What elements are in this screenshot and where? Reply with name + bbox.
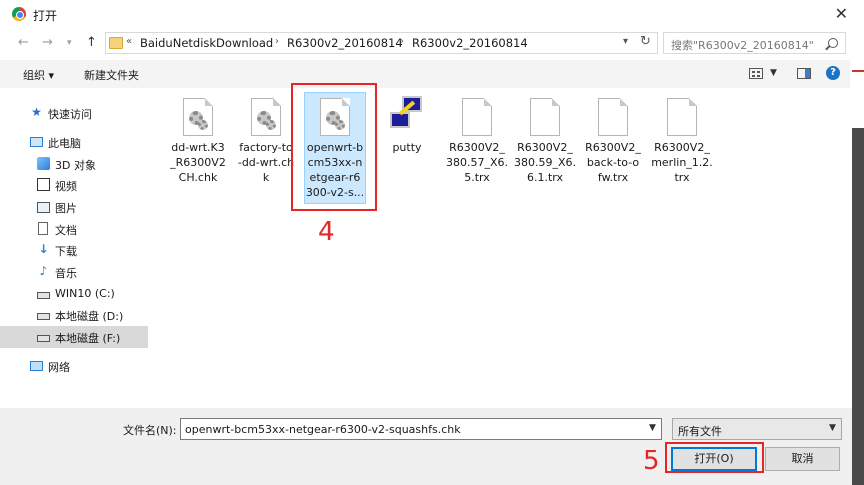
blank-file-icon bbox=[667, 98, 697, 136]
video-icon bbox=[37, 178, 50, 191]
sidebar-item-label: 网络 bbox=[48, 361, 70, 374]
background-window-edge bbox=[852, 128, 864, 485]
pictures-icon bbox=[37, 202, 50, 213]
star-icon: ★ bbox=[31, 105, 42, 119]
filename-label: 文件名(N): bbox=[123, 424, 177, 437]
music-icon: ♪ bbox=[39, 264, 48, 278]
file-name: R6300V2_ 380.57_X6. 5.trx bbox=[445, 141, 509, 184]
navigation-pane: ★ 快速访问 此电脑 3D 对象 视频 图片 文档 ↓ 下载 ♪ 音乐 WIN1… bbox=[0, 92, 150, 404]
folder-icon bbox=[109, 37, 123, 49]
search-box[interactable]: 搜索"R6300v2_20160814" bbox=[663, 32, 846, 54]
window-title: 打开 bbox=[33, 9, 58, 23]
drive-icon bbox=[37, 313, 50, 320]
organize-button[interactable]: 组织 ▾ bbox=[23, 67, 54, 83]
file-item[interactable]: R6300V2_ merlin_1.2. trx bbox=[651, 92, 713, 220]
step-number-4: 4 bbox=[318, 217, 335, 247]
3d-objects-icon bbox=[37, 157, 50, 170]
breadcrumb-item[interactable]: R6300v2_20160814 bbox=[412, 36, 528, 50]
sidebar-item-videos[interactable]: 视频 bbox=[0, 174, 148, 196]
address-dropdown-icon[interactable]: ▾ bbox=[623, 36, 628, 47]
title-bar: 打开 ✕ bbox=[0, 0, 864, 30]
close-icon[interactable]: ✕ bbox=[835, 4, 848, 23]
network-icon bbox=[30, 361, 43, 371]
sidebar-item-label: 本地磁盘 (F:) bbox=[55, 332, 121, 345]
highlight-box-step4 bbox=[291, 83, 377, 211]
sidebar-item-label: 3D 对象 bbox=[55, 159, 96, 172]
file-item[interactable]: R6300V2_ back-to-o fw.trx bbox=[582, 92, 644, 220]
background-window-accent bbox=[852, 70, 864, 72]
address-bar[interactable]: « BaiduNetdiskDownload › R6300v2_2016081… bbox=[105, 32, 658, 54]
filename-input[interactable]: openwrt-bcm53xx-netgear-r6300-v2-squashf… bbox=[180, 418, 662, 440]
sidebar-item-label: 视频 bbox=[55, 180, 77, 193]
drive-icon bbox=[37, 335, 50, 342]
file-list: dd-wrt.K3 _R6300V2 CH.chk factory-to -dd-wr… bbox=[150, 92, 850, 404]
sidebar-item-music[interactable]: ♪ 音乐 bbox=[0, 261, 148, 283]
file-name: putty bbox=[392, 141, 422, 154]
breadcrumb-item[interactable]: BaiduNetdiskDownload bbox=[140, 36, 273, 50]
breadcrumb-separator[interactable]: › bbox=[400, 36, 404, 47]
preview-pane-icon[interactable] bbox=[797, 68, 811, 79]
view-options-icon[interactable] bbox=[749, 68, 763, 79]
sidebar-item-pictures[interactable]: 图片 bbox=[0, 196, 148, 218]
file-item[interactable]: factory-to -dd-wrt.ch k bbox=[235, 92, 297, 220]
breadcrumb-overflow[interactable]: « bbox=[126, 36, 132, 47]
blank-file-icon bbox=[462, 98, 492, 136]
settings-file-icon bbox=[251, 98, 281, 136]
refresh-icon[interactable]: ↻ bbox=[640, 34, 651, 49]
computer-icon bbox=[30, 137, 43, 147]
sidebar-item-this-pc[interactable]: 此电脑 bbox=[0, 131, 148, 153]
chrome-icon bbox=[12, 7, 26, 21]
sidebar-item-label: 图片 bbox=[55, 202, 77, 215]
sidebar-item-label: 文档 bbox=[55, 224, 77, 237]
file-name: R6300V2_ back-to-o fw.trx bbox=[585, 141, 641, 184]
settings-file-icon bbox=[183, 98, 213, 136]
sidebar-item-network[interactable]: 网络 bbox=[0, 355, 148, 377]
highlight-box-step5 bbox=[665, 442, 764, 473]
command-toolbar: 组织 ▾ 新建文件夹 ▼ ? bbox=[0, 60, 850, 88]
document-icon bbox=[38, 222, 48, 235]
arrow-right-icon[interactable]: → bbox=[42, 35, 53, 50]
navigation-bar: ← → ▾ ↑ « BaiduNetdiskDownload › R6300v2… bbox=[0, 30, 864, 56]
search-icon[interactable] bbox=[828, 38, 838, 48]
sidebar-item-drive-f[interactable]: 本地磁盘 (F:) bbox=[0, 326, 148, 348]
step-number-5: 5 bbox=[643, 446, 660, 476]
sidebar-item-drive-d[interactable]: 本地磁盘 (D:) bbox=[0, 304, 148, 326]
file-item[interactable]: R6300V2_ 380.57_X6. 5.trx bbox=[446, 92, 508, 220]
blank-file-icon bbox=[598, 98, 628, 136]
file-item[interactable]: putty bbox=[376, 92, 438, 220]
arrow-up-icon[interactable]: ↑ bbox=[86, 35, 97, 50]
sidebar-item-label: 音乐 bbox=[55, 267, 77, 280]
chevron-down-icon[interactable]: ▼ bbox=[829, 423, 836, 433]
putty-icon bbox=[388, 96, 424, 134]
file-item[interactable]: R6300V2_ 380.59_X6. 6.1.trx bbox=[514, 92, 576, 220]
chevron-down-icon[interactable]: ▾ bbox=[67, 38, 72, 48]
chevron-down-icon[interactable]: ▼ bbox=[770, 68, 777, 78]
file-name: dd-wrt.K3 _R6300V2 CH.chk bbox=[170, 141, 226, 184]
blank-file-icon bbox=[530, 98, 560, 136]
breadcrumb-separator[interactable]: › bbox=[275, 36, 279, 47]
download-icon: ↓ bbox=[38, 242, 49, 256]
arrow-left-icon[interactable]: ← bbox=[18, 35, 29, 50]
breadcrumb-item[interactable]: R6300v2_20160814 bbox=[287, 36, 403, 50]
search-input[interactable]: 搜索"R6300v2_20160814" bbox=[671, 37, 814, 53]
file-item[interactable]: dd-wrt.K3 _R6300V2 CH.chk bbox=[167, 92, 229, 220]
help-icon[interactable]: ? bbox=[826, 66, 840, 80]
sidebar-item-label: 下载 bbox=[55, 245, 77, 258]
sidebar-item-label: 本地磁盘 (D:) bbox=[55, 310, 124, 323]
new-folder-button[interactable]: 新建文件夹 bbox=[84, 67, 139, 83]
sidebar-item-documents[interactable]: 文档 bbox=[0, 218, 148, 240]
sidebar-item-3d-objects[interactable]: 3D 对象 bbox=[0, 153, 148, 175]
file-name: R6300V2_ 380.59_X6. 6.1.trx bbox=[513, 141, 577, 184]
file-name: R6300V2_ merlin_1.2. trx bbox=[651, 141, 713, 184]
sidebar-item-label: 快速访问 bbox=[48, 108, 92, 121]
sidebar-item-label: WIN10 (C:) bbox=[55, 287, 115, 300]
sidebar-item-label: 此电脑 bbox=[48, 137, 81, 150]
chevron-down-icon[interactable]: ▼ bbox=[649, 423, 656, 433]
sidebar-item-quick-access[interactable]: ★ 快速访问 bbox=[0, 102, 148, 124]
sidebar-item-drive-c[interactable]: WIN10 (C:) bbox=[0, 283, 148, 305]
file-type-select[interactable]: 所有文件 bbox=[672, 418, 842, 440]
cancel-button[interactable]: 取消 bbox=[765, 447, 840, 471]
sidebar-item-downloads[interactable]: ↓ 下载 bbox=[0, 239, 148, 261]
drive-icon bbox=[37, 292, 50, 299]
